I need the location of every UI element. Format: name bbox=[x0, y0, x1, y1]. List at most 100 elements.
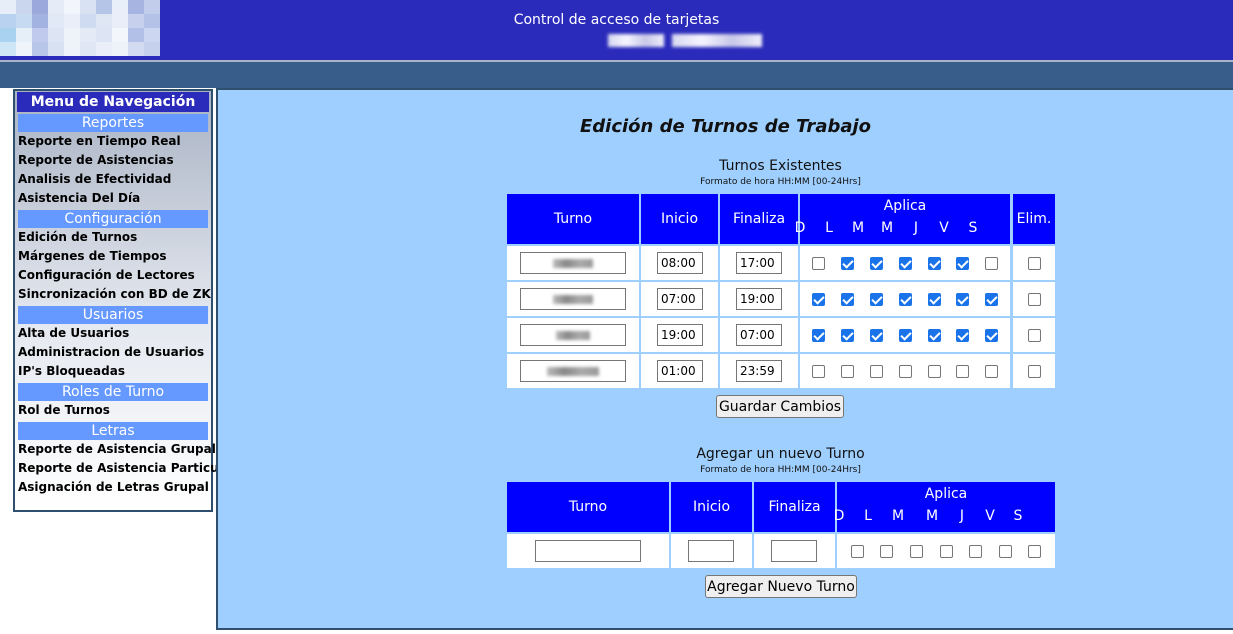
shift-name-input-redacted[interactable] bbox=[520, 324, 626, 346]
day-checkbox[interactable] bbox=[870, 293, 883, 306]
day-checkbox[interactable] bbox=[870, 365, 883, 378]
shift-start-input[interactable] bbox=[657, 324, 703, 346]
day-label-s: S bbox=[968, 220, 978, 236]
day-checkbox[interactable] bbox=[985, 329, 998, 342]
new-col-header-inicio: Inicio bbox=[671, 482, 752, 532]
day-checkbox[interactable] bbox=[870, 257, 883, 270]
day-checkbox[interactable] bbox=[928, 365, 941, 378]
new-day-checkbox-j[interactable] bbox=[969, 545, 982, 558]
add-shift-button[interactable]: Agregar Nuevo Turno bbox=[705, 575, 857, 598]
header-subtitle-redacted bbox=[608, 34, 762, 48]
day-checkbox[interactable] bbox=[870, 329, 883, 342]
new-day-checkbox-d[interactable] bbox=[851, 545, 864, 558]
new-day-checkbox-s[interactable] bbox=[1028, 545, 1041, 558]
nav-item-configuracion-lectores[interactable]: Configuración de Lectores bbox=[15, 266, 211, 285]
day-checkbox[interactable] bbox=[812, 365, 825, 378]
day-checkbox[interactable] bbox=[985, 257, 998, 270]
new-day-label-d: D bbox=[833, 508, 845, 524]
redacted-text bbox=[553, 294, 593, 304]
day-checkbox[interactable] bbox=[899, 293, 912, 306]
nav-item-sincronizacion-zk[interactable]: Sincronización con BD de ZK bbox=[15, 285, 211, 304]
new-day-checkbox-m1[interactable] bbox=[910, 545, 923, 558]
day-label-l: L bbox=[825, 220, 833, 236]
new-day-label-v: V bbox=[985, 508, 995, 524]
nav-item-asistencia-del-dia[interactable]: Asistencia Del Día bbox=[15, 189, 211, 208]
shift-name-input-redacted[interactable] bbox=[520, 252, 626, 274]
shift-end-input[interactable] bbox=[736, 360, 782, 382]
shift-row-finaliza-cell bbox=[720, 282, 798, 316]
new-day-checkbox-l[interactable] bbox=[880, 545, 893, 558]
new-turno-input[interactable] bbox=[535, 540, 641, 562]
new-finaliza-input[interactable] bbox=[771, 540, 817, 562]
nav-item-reporte-asistencias[interactable]: Reporte de Asistencias bbox=[15, 151, 211, 170]
nav-item-alta-usuarios[interactable]: Alta de Usuarios bbox=[15, 324, 211, 343]
day-checkbox[interactable] bbox=[841, 293, 854, 306]
shift-name-input-redacted[interactable] bbox=[520, 360, 626, 382]
nav-item-reporte-tiempo-real[interactable]: Reporte en Tiempo Real bbox=[15, 132, 211, 151]
day-checkbox[interactable] bbox=[928, 293, 941, 306]
save-changes-button[interactable]: Guardar Cambios bbox=[716, 395, 844, 418]
shift-row-turno-cell bbox=[507, 318, 639, 352]
day-checkbox[interactable] bbox=[928, 257, 941, 270]
nav-item-edicion-turnos[interactable]: Edición de Turnos bbox=[15, 228, 211, 247]
shift-row-turno-cell bbox=[507, 246, 639, 280]
shift-row-elim-cell bbox=[1013, 246, 1055, 280]
new-inicio-input[interactable] bbox=[688, 540, 734, 562]
new-day-label-j: J bbox=[959, 508, 965, 524]
day-checkbox[interactable] bbox=[812, 257, 825, 270]
shift-end-input[interactable] bbox=[736, 324, 782, 346]
day-checkbox[interactable] bbox=[899, 257, 912, 270]
day-checkbox[interactable] bbox=[899, 365, 912, 378]
day-checkbox[interactable] bbox=[841, 329, 854, 342]
new-col-header-aplica: Aplica D L M M J V S bbox=[834, 482, 1055, 532]
shift-end-input[interactable] bbox=[736, 288, 782, 310]
day-checkbox[interactable] bbox=[956, 257, 969, 270]
shift-start-input[interactable] bbox=[657, 360, 703, 382]
nav-item-rol-turnos[interactable]: Rol de Turnos bbox=[15, 401, 211, 420]
day-checkbox[interactable] bbox=[899, 329, 912, 342]
day-checkbox[interactable] bbox=[812, 293, 825, 306]
nav-item-analisis-efectividad[interactable]: Analisis de Efectividad bbox=[15, 170, 211, 189]
col-header-inicio: Inicio bbox=[641, 194, 718, 244]
shift-row-elim-cell bbox=[1013, 354, 1055, 388]
shift-start-input[interactable] bbox=[657, 252, 703, 274]
day-checkbox[interactable] bbox=[841, 257, 854, 270]
col-header-finaliza: Finaliza bbox=[720, 194, 798, 244]
nav-item-asignacion-letras[interactable]: Asignación de Letras Grupal bbox=[15, 478, 211, 497]
nav-item-margenes-tiempos[interactable]: Márgenes de Tiempos bbox=[15, 247, 211, 266]
delete-checkbox[interactable] bbox=[1028, 365, 1041, 378]
day-checkbox[interactable] bbox=[956, 365, 969, 378]
day-checkbox[interactable] bbox=[956, 293, 969, 306]
shift-row-days-cell bbox=[800, 282, 1010, 316]
new-turno-cell bbox=[507, 534, 669, 568]
day-label-m1: M bbox=[851, 220, 865, 236]
delete-checkbox[interactable] bbox=[1028, 293, 1041, 306]
day-checkbox[interactable] bbox=[985, 293, 998, 306]
redacted-text bbox=[556, 330, 590, 340]
shift-row-finaliza-cell bbox=[720, 246, 798, 280]
shift-start-input[interactable] bbox=[657, 288, 703, 310]
header-band bbox=[0, 62, 1233, 88]
new-day-checkbox-v[interactable] bbox=[999, 545, 1012, 558]
nav-section-letras: Letras bbox=[18, 422, 208, 440]
day-checkbox[interactable] bbox=[956, 329, 969, 342]
delete-checkbox[interactable] bbox=[1028, 257, 1041, 270]
nav-section-roles-turno: Roles de Turno bbox=[18, 383, 208, 401]
new-day-label-m2: M bbox=[925, 508, 939, 524]
nav-item-asistencia-grupal[interactable]: Reporte de Asistencia Grupal bbox=[15, 440, 216, 459]
day-checkbox[interactable] bbox=[812, 329, 825, 342]
nav-item-administracion-usuarios[interactable]: Administracion de Usuarios bbox=[15, 343, 211, 362]
delete-checkbox[interactable] bbox=[1028, 329, 1041, 342]
new-shift-title: Agregar un nuevo Turno bbox=[696, 446, 865, 462]
day-checkbox[interactable] bbox=[985, 365, 998, 378]
nav-item-asistencia-particular[interactable]: Reporte de Asistencia Particular bbox=[15, 459, 237, 478]
shift-row-inicio-cell bbox=[641, 282, 718, 316]
shift-end-input[interactable] bbox=[736, 252, 782, 274]
day-checkbox[interactable] bbox=[841, 365, 854, 378]
new-day-checkbox-m2[interactable] bbox=[940, 545, 953, 558]
shift-name-input-redacted[interactable] bbox=[520, 288, 626, 310]
page-title: Edición de Turnos de Trabajo bbox=[579, 116, 872, 137]
day-checkbox[interactable] bbox=[928, 329, 941, 342]
navigation-menu: Menu de Navegación Reportes Reporte en T… bbox=[13, 89, 237, 512]
nav-item-ips-bloqueadas[interactable]: IP's Bloqueadas bbox=[15, 362, 211, 381]
